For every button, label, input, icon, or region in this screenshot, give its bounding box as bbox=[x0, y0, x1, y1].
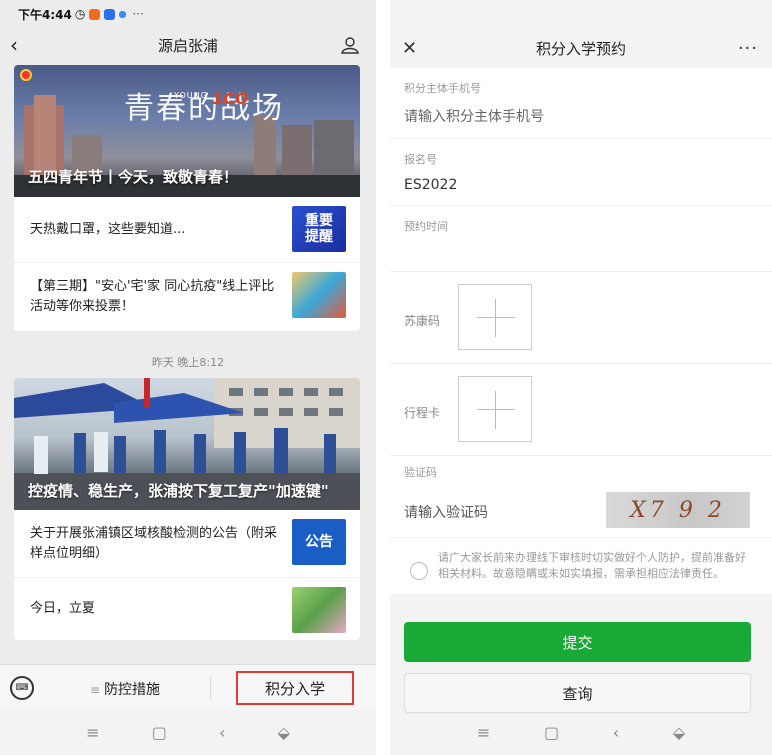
captcha-input[interactable]: 请输入验证码 bbox=[404, 502, 488, 522]
flower-thumbnail bbox=[292, 587, 346, 633]
keyboard-icon[interactable]: ⌨ bbox=[10, 676, 34, 700]
reg-number-input[interactable]: ES2022 bbox=[390, 171, 772, 206]
back-icon[interactable]: ‹ bbox=[219, 723, 225, 742]
health-code-label: 苏康码 bbox=[404, 314, 441, 328]
home-icon[interactable]: ▢ bbox=[544, 723, 559, 742]
query-button[interactable]: 查询 bbox=[404, 673, 751, 713]
menu-icon[interactable]: ≡ bbox=[477, 723, 490, 742]
menu-item-prevention-label: 防控措施 bbox=[104, 682, 161, 698]
hero-article-1[interactable]: 青春的战场 YOUNG 1CO 五四青年节丨今天，致敬青春！ bbox=[14, 65, 360, 197]
article-row[interactable]: 关于开展张浦镇区域核酸检测的公告（附采样点位明细） 公告 bbox=[14, 510, 360, 578]
menu-icon[interactable]: ≡ bbox=[86, 723, 99, 742]
trip-card-label: 行程卡 bbox=[404, 406, 441, 420]
announcement-thumbnail: 公告 bbox=[292, 519, 346, 565]
important-reminder-thumbnail: 重要 提醒 bbox=[292, 206, 346, 252]
home-icon[interactable]: ▢ bbox=[152, 723, 167, 742]
article-group-1: 青春的战场 YOUNG 1CO 五四青年节丨今天，致敬青春！ 天热戴口罩，这些要… bbox=[14, 65, 360, 331]
more-icon[interactable]: ··· bbox=[738, 38, 758, 59]
page-title: 源启张浦 bbox=[157, 36, 218, 55]
hero-art-sub: YOUNG bbox=[174, 91, 208, 100]
captcha-row: 请输入验证码 X7 9 2 bbox=[390, 484, 772, 538]
menu-item-points-enrollment[interactable]: 积分入学 bbox=[236, 671, 354, 705]
health-code-upload-button[interactable] bbox=[458, 284, 532, 350]
menu-icon: ≡ bbox=[90, 683, 101, 697]
status-time: 下午4:44 bbox=[18, 7, 72, 22]
agreement-text: 请广大家长前来办理线下审核时切实做好个人防护，提前准备好相关材料。故意隐瞒或未如… bbox=[438, 551, 746, 580]
hero-art-title: 青春的战场 bbox=[124, 91, 284, 126]
hero-caption-2: 控疫情、稳生产，张浦按下复工复产"加速键" bbox=[28, 482, 329, 500]
captcha-image[interactable]: X7 9 2 bbox=[606, 492, 750, 528]
menu-divider bbox=[210, 677, 211, 699]
appointment-time-picker[interactable] bbox=[390, 238, 772, 272]
form-header: ✕ 积分入学预约 ··· bbox=[390, 28, 772, 68]
ellipsis-icon: ··· bbox=[132, 7, 144, 21]
nav-bar: ‹ 源启张浦 bbox=[0, 28, 376, 62]
article-row[interactable]: 【第三期】"安心'宅'家 同心抗疫"线上评比活动等你来投票！ bbox=[14, 263, 360, 331]
article-group-2: 控疫情、稳生产，张浦按下复工复产"加速键" 关于开展张浦镇区域核酸检测的公告（附… bbox=[14, 378, 360, 640]
back-icon[interactable]: ‹ bbox=[10, 33, 18, 57]
hero-caption-1: 五四青年节丨今天，致敬青春！ bbox=[28, 168, 239, 186]
submit-button[interactable]: 提交 bbox=[404, 622, 751, 662]
article-row[interactable]: 天热戴口罩，这些要知道... 重要 提醒 bbox=[14, 197, 360, 263]
form-title: 积分入学预约 bbox=[535, 39, 626, 58]
system-nav-bar: ≡ ▢ ‹ ⬙ bbox=[0, 710, 376, 754]
trip-card-upload-button[interactable] bbox=[458, 376, 532, 442]
app-icon-blue2 bbox=[119, 10, 127, 18]
phone-input[interactable]: 请输入积分主体手机号 bbox=[390, 100, 772, 139]
user-icon[interactable] bbox=[340, 35, 360, 55]
enrollment-form: 积分主体手机号 请输入积分主体手机号 报名号 ES2022 预约时间 苏康码 行… bbox=[390, 68, 772, 594]
article-row[interactable]: 今日，立夏 bbox=[14, 578, 360, 640]
article-title: 天热戴口罩，这些要知道... bbox=[30, 221, 186, 237]
phone-label: 积分主体手机号 bbox=[404, 82, 481, 95]
poster-thumbnail bbox=[292, 272, 346, 318]
agreement-notice: 请广大家长前来办理线下审核时切实做好个人防护，提前准备好相关材料。故意隐瞒或未如… bbox=[390, 538, 772, 594]
appointment-time-label: 预约时间 bbox=[404, 220, 448, 233]
menu-item-prevention[interactable]: ≡ 防控措施 bbox=[90, 679, 160, 699]
trip-card-upload-row: 行程卡 bbox=[390, 364, 772, 456]
app-icon-orange bbox=[89, 8, 101, 20]
system-nav-bar: ≡ ▢ ‹ ⬙ bbox=[390, 710, 772, 754]
message-timestamp: 昨天 晚上8:12 bbox=[151, 356, 225, 369]
close-icon[interactable]: ✕ bbox=[402, 38, 417, 59]
article-title: 【第三期】"安心'宅'家 同心抗疫"线上评比活动等你来投票！ bbox=[30, 279, 275, 314]
party-emblem-icon bbox=[20, 69, 32, 81]
hero-badge: 1CO bbox=[212, 89, 249, 108]
download-icon[interactable]: ⬙ bbox=[278, 723, 290, 742]
wechat-official-account-screen: 下午4:44 ◷ ··· HD 4G ▂▄▆ 26 ‹ 源启张浦 bbox=[0, 0, 376, 755]
article-title: 今日，立夏 bbox=[30, 601, 96, 616]
status-bar: 下午4:44 ◷ ··· HD 4G ▂▄▆ 26 bbox=[0, 0, 376, 28]
account-menu-bar: ⌨ ≡ 防控措施 积分入学 bbox=[0, 664, 376, 710]
captcha-label: 验证码 bbox=[404, 466, 437, 479]
agreement-radio[interactable] bbox=[410, 562, 428, 580]
article-title: 关于开展张浦镇区域核酸检测的公告（附采样点位明细） bbox=[30, 525, 278, 561]
health-code-upload-row: 苏康码 bbox=[390, 272, 772, 364]
reg-number-label: 报名号 bbox=[404, 153, 437, 166]
alarm-icon: ◷ bbox=[74, 7, 86, 21]
app-icon-blue bbox=[104, 8, 116, 20]
hero-article-2[interactable]: 控疫情、稳生产，张浦按下复工复产"加速键" bbox=[14, 378, 360, 510]
back-icon[interactable]: ‹ bbox=[613, 723, 619, 742]
download-icon[interactable]: ⬙ bbox=[673, 723, 685, 742]
